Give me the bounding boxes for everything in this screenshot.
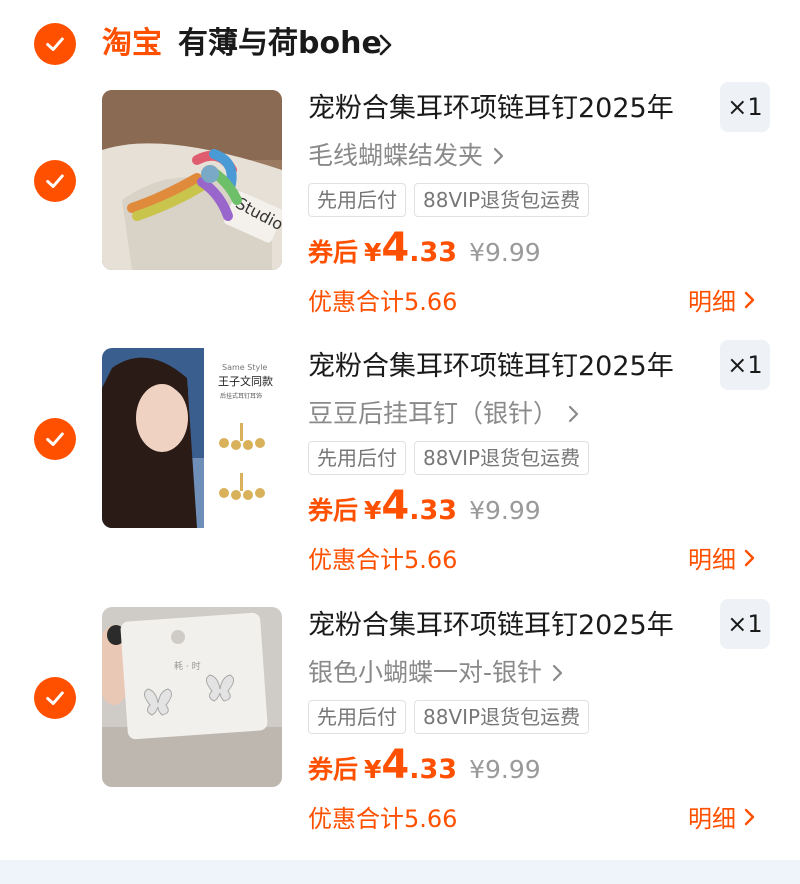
tag-pay-later: 先用后付 [308, 441, 406, 475]
price-label: 券后 [308, 238, 359, 267]
variant-label: 银色小蝴蝶一对-银针 [308, 658, 543, 687]
detail-label: 明细 [688, 546, 736, 574]
price-row: 券后 ¥ 4 .33 ¥9.99 [308, 745, 541, 786]
checkmark-icon [46, 432, 64, 446]
tag-88vip-return: 88VIP退货包运费 [414, 441, 590, 475]
discount-total: 优惠合计5.66 [308, 288, 458, 316]
quantity-badge[interactable]: ×1 [720, 599, 770, 649]
cart-item: Same Style 王子文同款 后挂式耳钉耳饰 宠粉合集耳环项链耳钉2025年… [0, 340, 800, 606]
service-tags: 先用后付 88VIP退货包运费 [308, 441, 590, 475]
product-title[interactable]: 宠粉合集耳环项链耳钉2025年 [308, 609, 688, 643]
shop-name-link[interactable]: 有薄与荷bohe [178, 24, 382, 64]
item-select-checkbox[interactable] [34, 160, 76, 202]
currency-symbol: ¥ [364, 755, 382, 784]
shop-header: 淘宝 有薄与荷bohe [0, 0, 800, 88]
currency-symbol: ¥ [364, 238, 382, 267]
product-image[interactable]: Studio [102, 90, 282, 270]
image-print-text: Same Style [222, 363, 267, 372]
chevron-right-icon [744, 291, 755, 308]
discount-total: 优惠合计5.66 [308, 805, 458, 833]
price-row: 券后 ¥ 4 .33 ¥9.99 [308, 486, 541, 527]
currency-symbol: ¥ [364, 496, 382, 525]
price-row: 券后 ¥ 4 .33 ¥9.99 [308, 228, 541, 269]
original-price: ¥9.99 [469, 496, 541, 525]
chevron-right-icon [493, 147, 504, 165]
price-decimal: .33 [409, 495, 458, 526]
price-label: 券后 [308, 496, 359, 525]
chevron-right-icon [552, 664, 563, 682]
platform-label: 淘宝 [102, 26, 162, 61]
variant-label: 豆豆后挂耳钉（银针） [308, 399, 559, 428]
service-tags: 先用后付 88VIP退货包运费 [308, 700, 590, 734]
tag-88vip-return: 88VIP退货包运费 [414, 183, 590, 217]
quantity-badge[interactable]: ×1 [720, 82, 770, 132]
product-image[interactable]: 耗 · 时 [102, 607, 282, 787]
bottom-divider [0, 860, 800, 884]
detail-link[interactable]: 明细 [688, 799, 756, 834]
detail-link[interactable]: 明细 [688, 282, 756, 317]
checkmark-icon [46, 174, 64, 188]
chevron-right-icon [744, 549, 755, 566]
checkmark-icon [46, 37, 64, 51]
variant-selector[interactable]: 银色小蝴蝶一对-银针 [308, 657, 564, 689]
price-integer: 4 [381, 225, 410, 271]
price-integer: 4 [381, 742, 410, 788]
original-price: ¥9.99 [469, 238, 541, 267]
tag-pay-later: 先用后付 [308, 183, 406, 217]
detail-label: 明细 [688, 288, 736, 316]
item-select-checkbox[interactable] [34, 418, 76, 460]
original-price: ¥9.99 [469, 755, 541, 784]
detail-label: 明细 [688, 805, 736, 833]
tag-pay-later: 先用后付 [308, 700, 406, 734]
chevron-right-icon[interactable] [376, 32, 396, 58]
item-select-checkbox[interactable] [34, 677, 76, 719]
product-image[interactable]: Same Style 王子文同款 后挂式耳钉耳饰 [102, 348, 282, 528]
discount-total: 优惠合计5.66 [308, 546, 458, 574]
variant-label: 毛线蝴蝶结发夹 [308, 141, 484, 170]
variant-selector[interactable]: 豆豆后挂耳钉（银针） [308, 398, 580, 430]
chevron-right-icon [744, 808, 755, 825]
service-tags: 先用后付 88VIP退货包运费 [308, 183, 590, 217]
chevron-right-icon [568, 405, 579, 423]
product-title[interactable]: 宠粉合集耳环项链耳钉2025年 [308, 92, 688, 126]
price-decimal: .33 [409, 237, 458, 268]
quantity-badge[interactable]: ×1 [720, 340, 770, 390]
variant-selector[interactable]: 毛线蝴蝶结发夹 [308, 140, 505, 172]
tag-88vip-return: 88VIP退货包运费 [414, 700, 590, 734]
detail-link[interactable]: 明细 [688, 540, 756, 575]
checkmark-icon [46, 691, 64, 705]
price-label: 券后 [308, 755, 359, 784]
cart-item: Studio 宠粉合集耳环项链耳钉2025年 ×1 毛线蝴蝶结发夹 先用后付 8… [0, 82, 800, 348]
image-print-text: 王子文同款 [218, 374, 273, 388]
price-decimal: .33 [409, 754, 458, 785]
product-title[interactable]: 宠粉合集耳环项链耳钉2025年 [308, 350, 688, 384]
shop-select-checkbox[interactable] [34, 23, 76, 65]
svg-text:耗 · 时: 耗 · 时 [174, 660, 201, 672]
image-print-text: 后挂式耳钉耳饰 [220, 392, 262, 400]
price-integer: 4 [381, 483, 410, 529]
cart-item: 耗 · 时 宠粉合集耳环项链耳钉2025年 ×1 银色小蝴蝶一对-银针 先用后付… [0, 599, 800, 865]
